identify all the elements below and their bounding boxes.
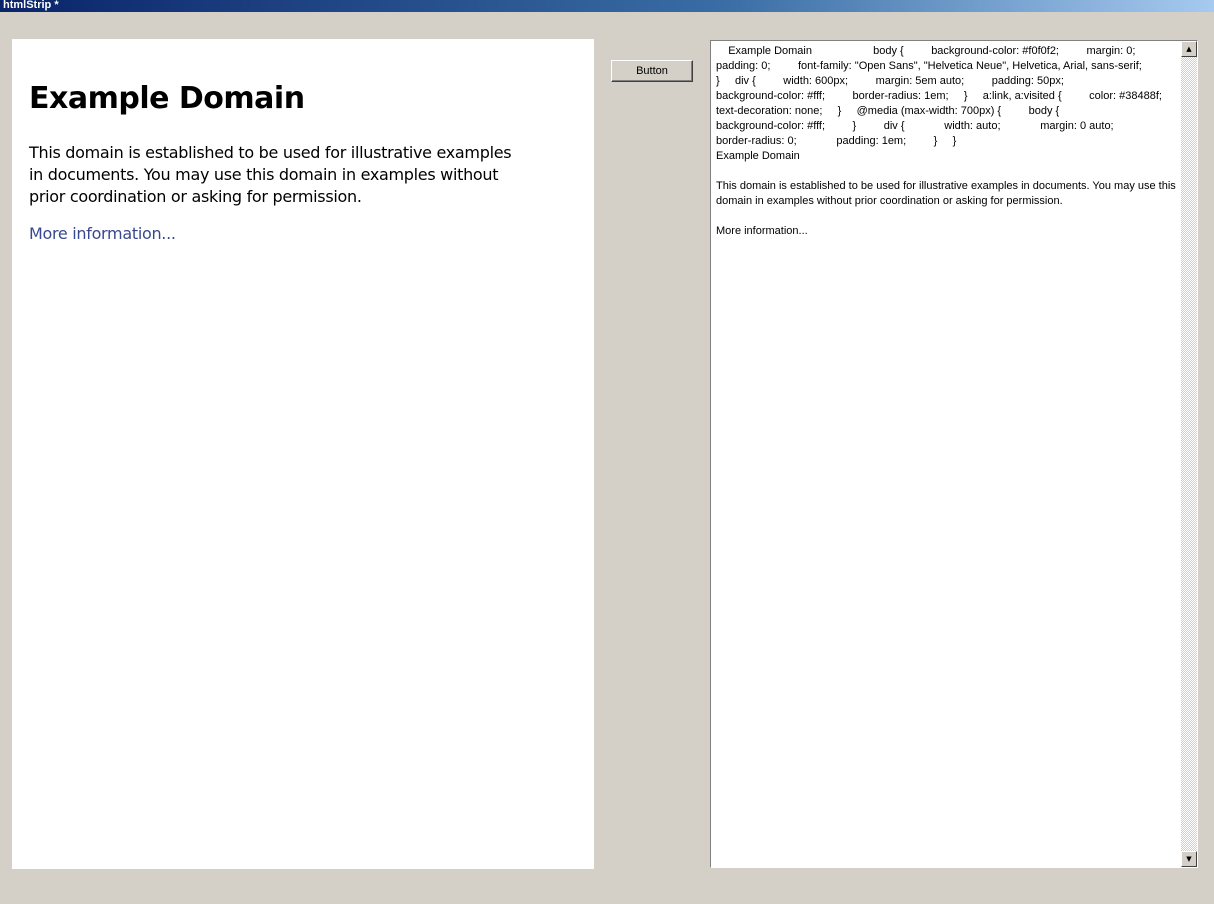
vertical-scrollbar[interactable]: ▲ ▼ (1181, 41, 1197, 867)
scroll-down-icon[interactable]: ▼ (1181, 851, 1197, 867)
text-line: More information... (716, 225, 808, 237)
strip-button[interactable]: Button (611, 60, 693, 82)
text-line: This domain is established to be used fo… (716, 180, 1176, 192)
text-line: padding: 0; font-family: "Open Sans", "H… (716, 60, 1142, 72)
text-line (716, 164, 1176, 179)
output-text: Example Domain body { background-color: … (716, 44, 1176, 239)
text-line: text-decoration: none; } @media (max-wid… (716, 105, 1060, 117)
text-line: background-color: #fff; } div { width: a… (716, 120, 1114, 132)
web-browser-view: Example Domain This domain is establishe… (12, 39, 594, 869)
text-line: domain in examples without prior coordin… (716, 195, 1063, 207)
window-title: htmlStrip * (3, 0, 59, 11)
title-bar: htmlStrip * (0, 0, 1214, 12)
text-line: background-color: #fff; border-radius: 1… (716, 90, 1162, 102)
more-information-link[interactable]: More information... (29, 224, 176, 243)
text-line (716, 209, 1176, 224)
text-line: Example Domain (716, 150, 800, 162)
text-line: Example Domain body { background-color: … (716, 45, 1136, 57)
text-line: } div { width: 600px; margin: 5em auto; … (716, 75, 1064, 87)
scroll-up-icon[interactable]: ▲ (1181, 41, 1197, 57)
page-heading: Example Domain (29, 81, 305, 116)
text-line: border-radius: 0; padding: 1em; } } (716, 135, 957, 147)
output-textbox[interactable]: Example Domain body { background-color: … (710, 40, 1198, 868)
page-paragraph: This domain is established to be used fo… (29, 143, 512, 206)
